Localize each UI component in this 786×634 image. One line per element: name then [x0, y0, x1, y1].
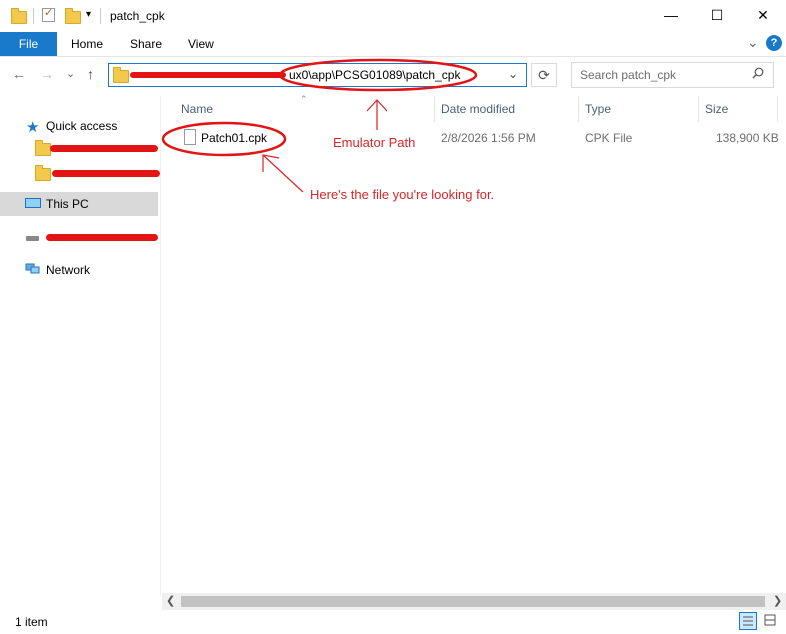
file-highlight-ellipse — [161, 121, 287, 157]
scroll-right-icon[interactable]: ❯ — [773, 594, 782, 607]
details-view-button[interactable] — [739, 612, 757, 630]
path-highlight-ellipse — [278, 58, 478, 92]
emulator-path-label: Emulator Path — [333, 135, 416, 150]
file-hint-label: Here's the file you're looking for. — [310, 187, 495, 202]
large-icons-view-button[interactable] — [762, 612, 780, 630]
item-count: 1 item — [15, 615, 48, 629]
scroll-left-icon[interactable]: ❮ — [166, 594, 175, 607]
annotation-overlay — [161, 58, 478, 193]
scrollbar-thumb[interactable] — [181, 596, 765, 607]
diagonal-arrow-shaft — [262, 154, 304, 193]
